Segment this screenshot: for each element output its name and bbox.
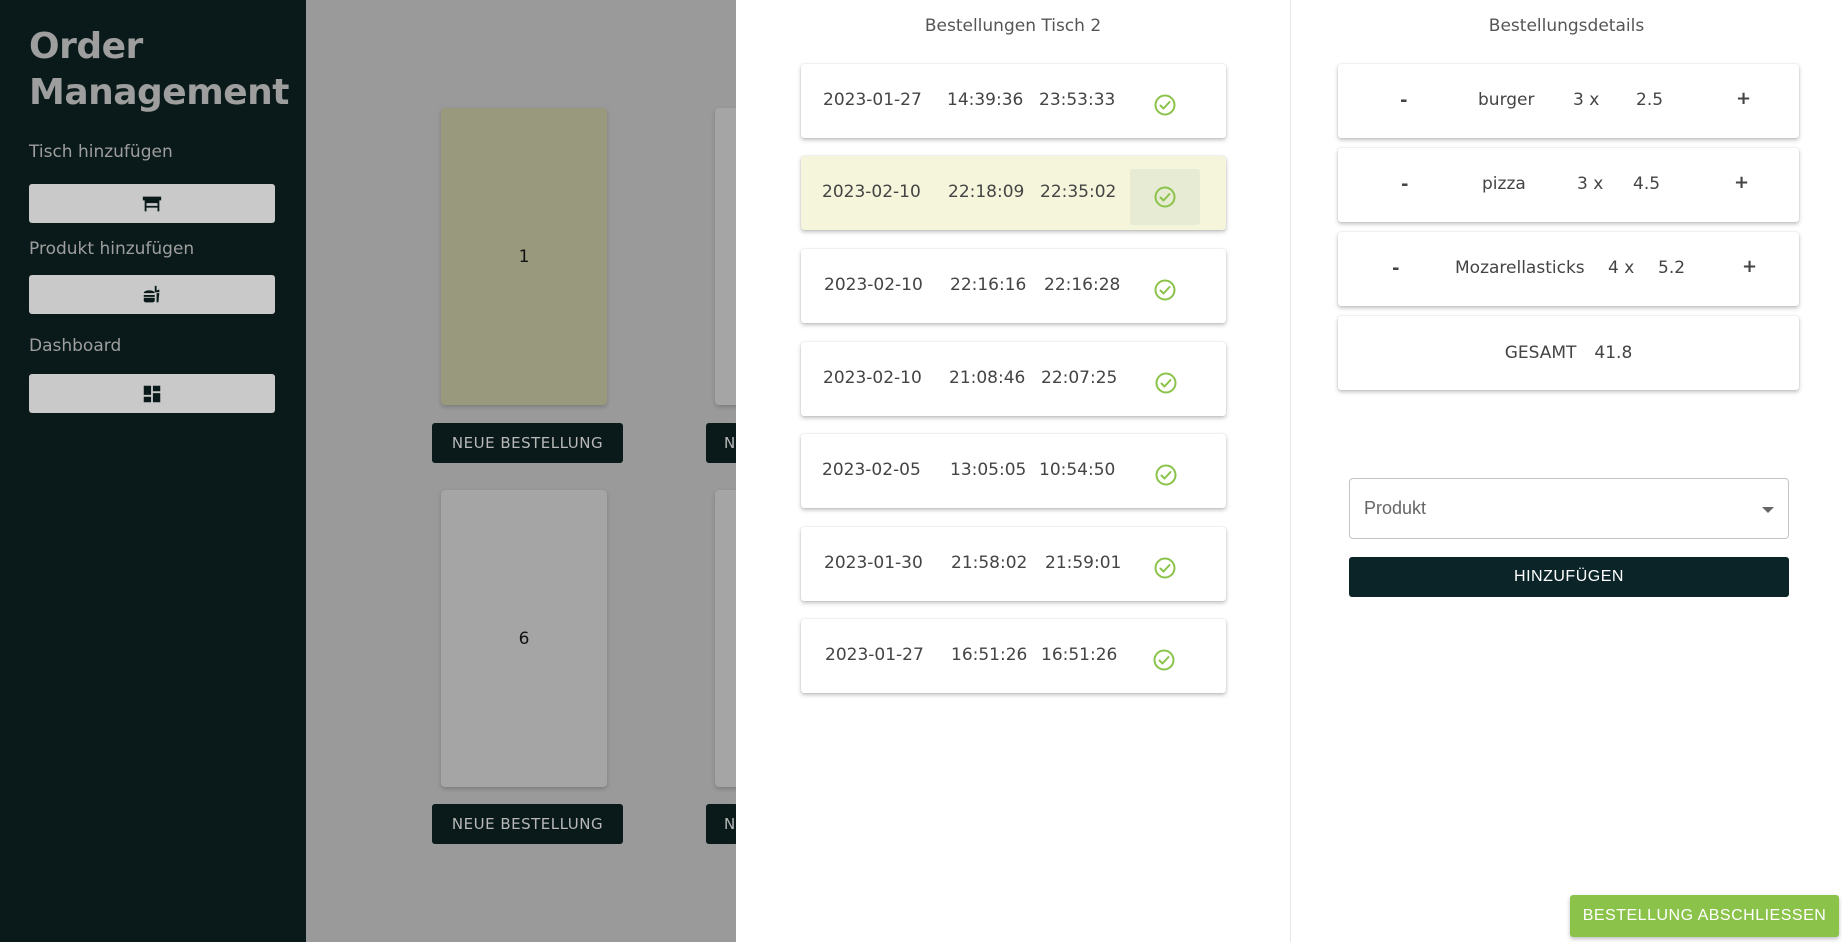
order-start-time: 21:58:02	[951, 553, 1028, 573]
add-product-to-order-button[interactable]: HINZUFÜGEN	[1349, 557, 1789, 597]
item-price: 4.5	[1633, 174, 1661, 194]
item-name: Mozarellasticks	[1455, 258, 1585, 278]
decrease-button[interactable]: -	[1400, 90, 1407, 111]
table-number: 1	[518, 246, 530, 267]
app-title-line2: Management	[29, 72, 290, 113]
check-circle-icon	[1153, 649, 1175, 671]
item-name: pizza	[1482, 174, 1526, 194]
item-quantity: 4 x	[1608, 258, 1635, 278]
order-end-time: 21:59:01	[1045, 553, 1122, 573]
check-circle-icon	[1154, 279, 1176, 301]
orders-title: Bestellungen Tisch 2	[924, 16, 1102, 36]
app-title-line1: Order	[29, 26, 143, 67]
decrease-button[interactable]: -	[1392, 258, 1399, 279]
order-start-time: 22:16:16	[950, 275, 1027, 295]
finish-order-button[interactable]: BESTELLUNG ABSCHLIESSEN	[1570, 895, 1839, 937]
order-date: 2023-02-10	[824, 275, 923, 295]
order-start-time: 13:05:05	[950, 460, 1027, 480]
complete-order-button[interactable]	[1130, 77, 1200, 133]
add-product-label: Produkt hinzufügen	[29, 239, 195, 259]
add-product-button[interactable]	[29, 275, 275, 314]
order-end-time: 22:35:02	[1040, 182, 1117, 202]
table-number: 6	[518, 628, 530, 649]
add-table-label: Tisch hinzufügen	[29, 142, 173, 162]
new-order-button-2[interactable]: N	[706, 423, 738, 463]
orders-column: Bestellungen Tisch 2 2023-01-27 14:39:36 2…	[736, 0, 1291, 942]
tables-area: 1 NEUE BESTELLUNG N 6 NEUE BESTELLUNG N	[306, 0, 755, 942]
order-end-time: 23:53:33	[1039, 90, 1116, 110]
order-end-time: 22:16:28	[1044, 275, 1121, 295]
total-label: GESAMT	[1504, 343, 1577, 363]
order-date: 2023-01-30	[824, 553, 923, 573]
app-title: Order Management	[29, 24, 290, 116]
order-row[interactable]: 2023-01-30 21:58:02 21:59:01	[801, 527, 1226, 601]
decrease-button[interactable]: -	[1401, 174, 1408, 195]
item-price: 2.5	[1636, 90, 1664, 110]
complete-order-button[interactable]	[1130, 540, 1200, 596]
order-end-time: 22:07:25	[1041, 368, 1118, 388]
detail-item-row: - burger 3 x 2.5 +	[1338, 64, 1799, 138]
order-row[interactable]: 2023-02-10 22:18:09 22:35:02	[801, 156, 1226, 230]
complete-order-button[interactable]	[1129, 632, 1199, 688]
check-circle-icon	[1154, 94, 1176, 116]
order-row[interactable]: 2023-01-27 14:39:36 23:53:33	[801, 64, 1226, 138]
increase-button[interactable]: +	[1742, 256, 1757, 277]
food-icon	[143, 285, 160, 302]
order-date: 2023-02-05	[822, 460, 921, 480]
check-circle-icon	[1155, 372, 1177, 394]
item-quantity: 3 x	[1573, 90, 1600, 110]
table-card-6[interactable]: 6	[441, 490, 607, 787]
order-date: 2023-02-10	[822, 182, 921, 202]
complete-order-button[interactable]	[1131, 447, 1201, 503]
order-start-time: 14:39:36	[947, 90, 1024, 110]
dashboard-button[interactable]	[29, 374, 275, 413]
check-circle-icon	[1154, 186, 1176, 208]
product-select[interactable]: Produkt	[1349, 478, 1789, 539]
order-date: 2023-02-10	[823, 368, 922, 388]
add-table-button[interactable]	[29, 184, 275, 223]
order-row[interactable]: 2023-01-27 16:51:26 16:51:26	[801, 619, 1226, 693]
item-quantity: 3 x	[1577, 174, 1604, 194]
new-order-button-1[interactable]: NEUE BESTELLUNG	[432, 423, 623, 463]
dashboard-label: Dashboard	[29, 336, 122, 356]
detail-item-row: - Mozarellasticks 4 x 5.2 +	[1338, 232, 1799, 306]
increase-button[interactable]: +	[1736, 88, 1751, 109]
order-start-time: 21:08:46	[949, 368, 1026, 388]
item-name: burger	[1478, 90, 1535, 110]
table-icon	[142, 196, 162, 211]
order-row[interactable]: 2023-02-10 21:08:46 22:07:25	[801, 342, 1226, 416]
product-select-placeholder: Produkt	[1364, 498, 1427, 518]
new-order-button-7[interactable]: N	[706, 804, 738, 844]
increase-button[interactable]: +	[1734, 172, 1749, 193]
table-card-1[interactable]: 1	[441, 108, 607, 405]
order-date: 2023-01-27	[825, 645, 924, 665]
details-column: Bestellungsdetails - burger 3 x 2.5 + - …	[1291, 0, 1842, 942]
details-title: Bestellungsdetails	[1488, 16, 1645, 36]
new-order-button-6[interactable]: NEUE BESTELLUNG	[432, 804, 623, 844]
complete-order-button[interactable]	[1130, 169, 1200, 225]
order-end-time: 16:51:26	[1041, 645, 1118, 665]
complete-order-button[interactable]	[1131, 355, 1201, 411]
check-circle-icon	[1155, 464, 1177, 486]
order-end-time: 10:54:50	[1039, 460, 1116, 480]
complete-order-button[interactable]	[1130, 262, 1200, 318]
total-value: 41.8	[1594, 343, 1633, 363]
check-circle-icon	[1154, 557, 1176, 579]
order-row[interactable]: 2023-02-05 13:05:05 10:54:50	[801, 434, 1226, 508]
order-date: 2023-01-27	[823, 90, 922, 110]
detail-item-row: - pizza 3 x 4.5 +	[1338, 148, 1799, 222]
order-row[interactable]: 2023-02-10 22:16:16 22:16:28	[801, 249, 1226, 323]
chevron-down-icon	[1762, 507, 1774, 513]
dashboard-icon	[143, 385, 161, 402]
order-start-time: 22:18:09	[948, 182, 1025, 202]
sidebar: Order Management Tisch hinzufügen Produk…	[0, 0, 306, 942]
total-row: GESAMT 41.8	[1338, 316, 1799, 390]
order-drawer: Bestellungen Tisch 2 2023-01-27 14:39:36 2…	[736, 0, 1842, 942]
order-start-time: 16:51:26	[951, 645, 1028, 665]
item-price: 5.2	[1658, 258, 1686, 278]
